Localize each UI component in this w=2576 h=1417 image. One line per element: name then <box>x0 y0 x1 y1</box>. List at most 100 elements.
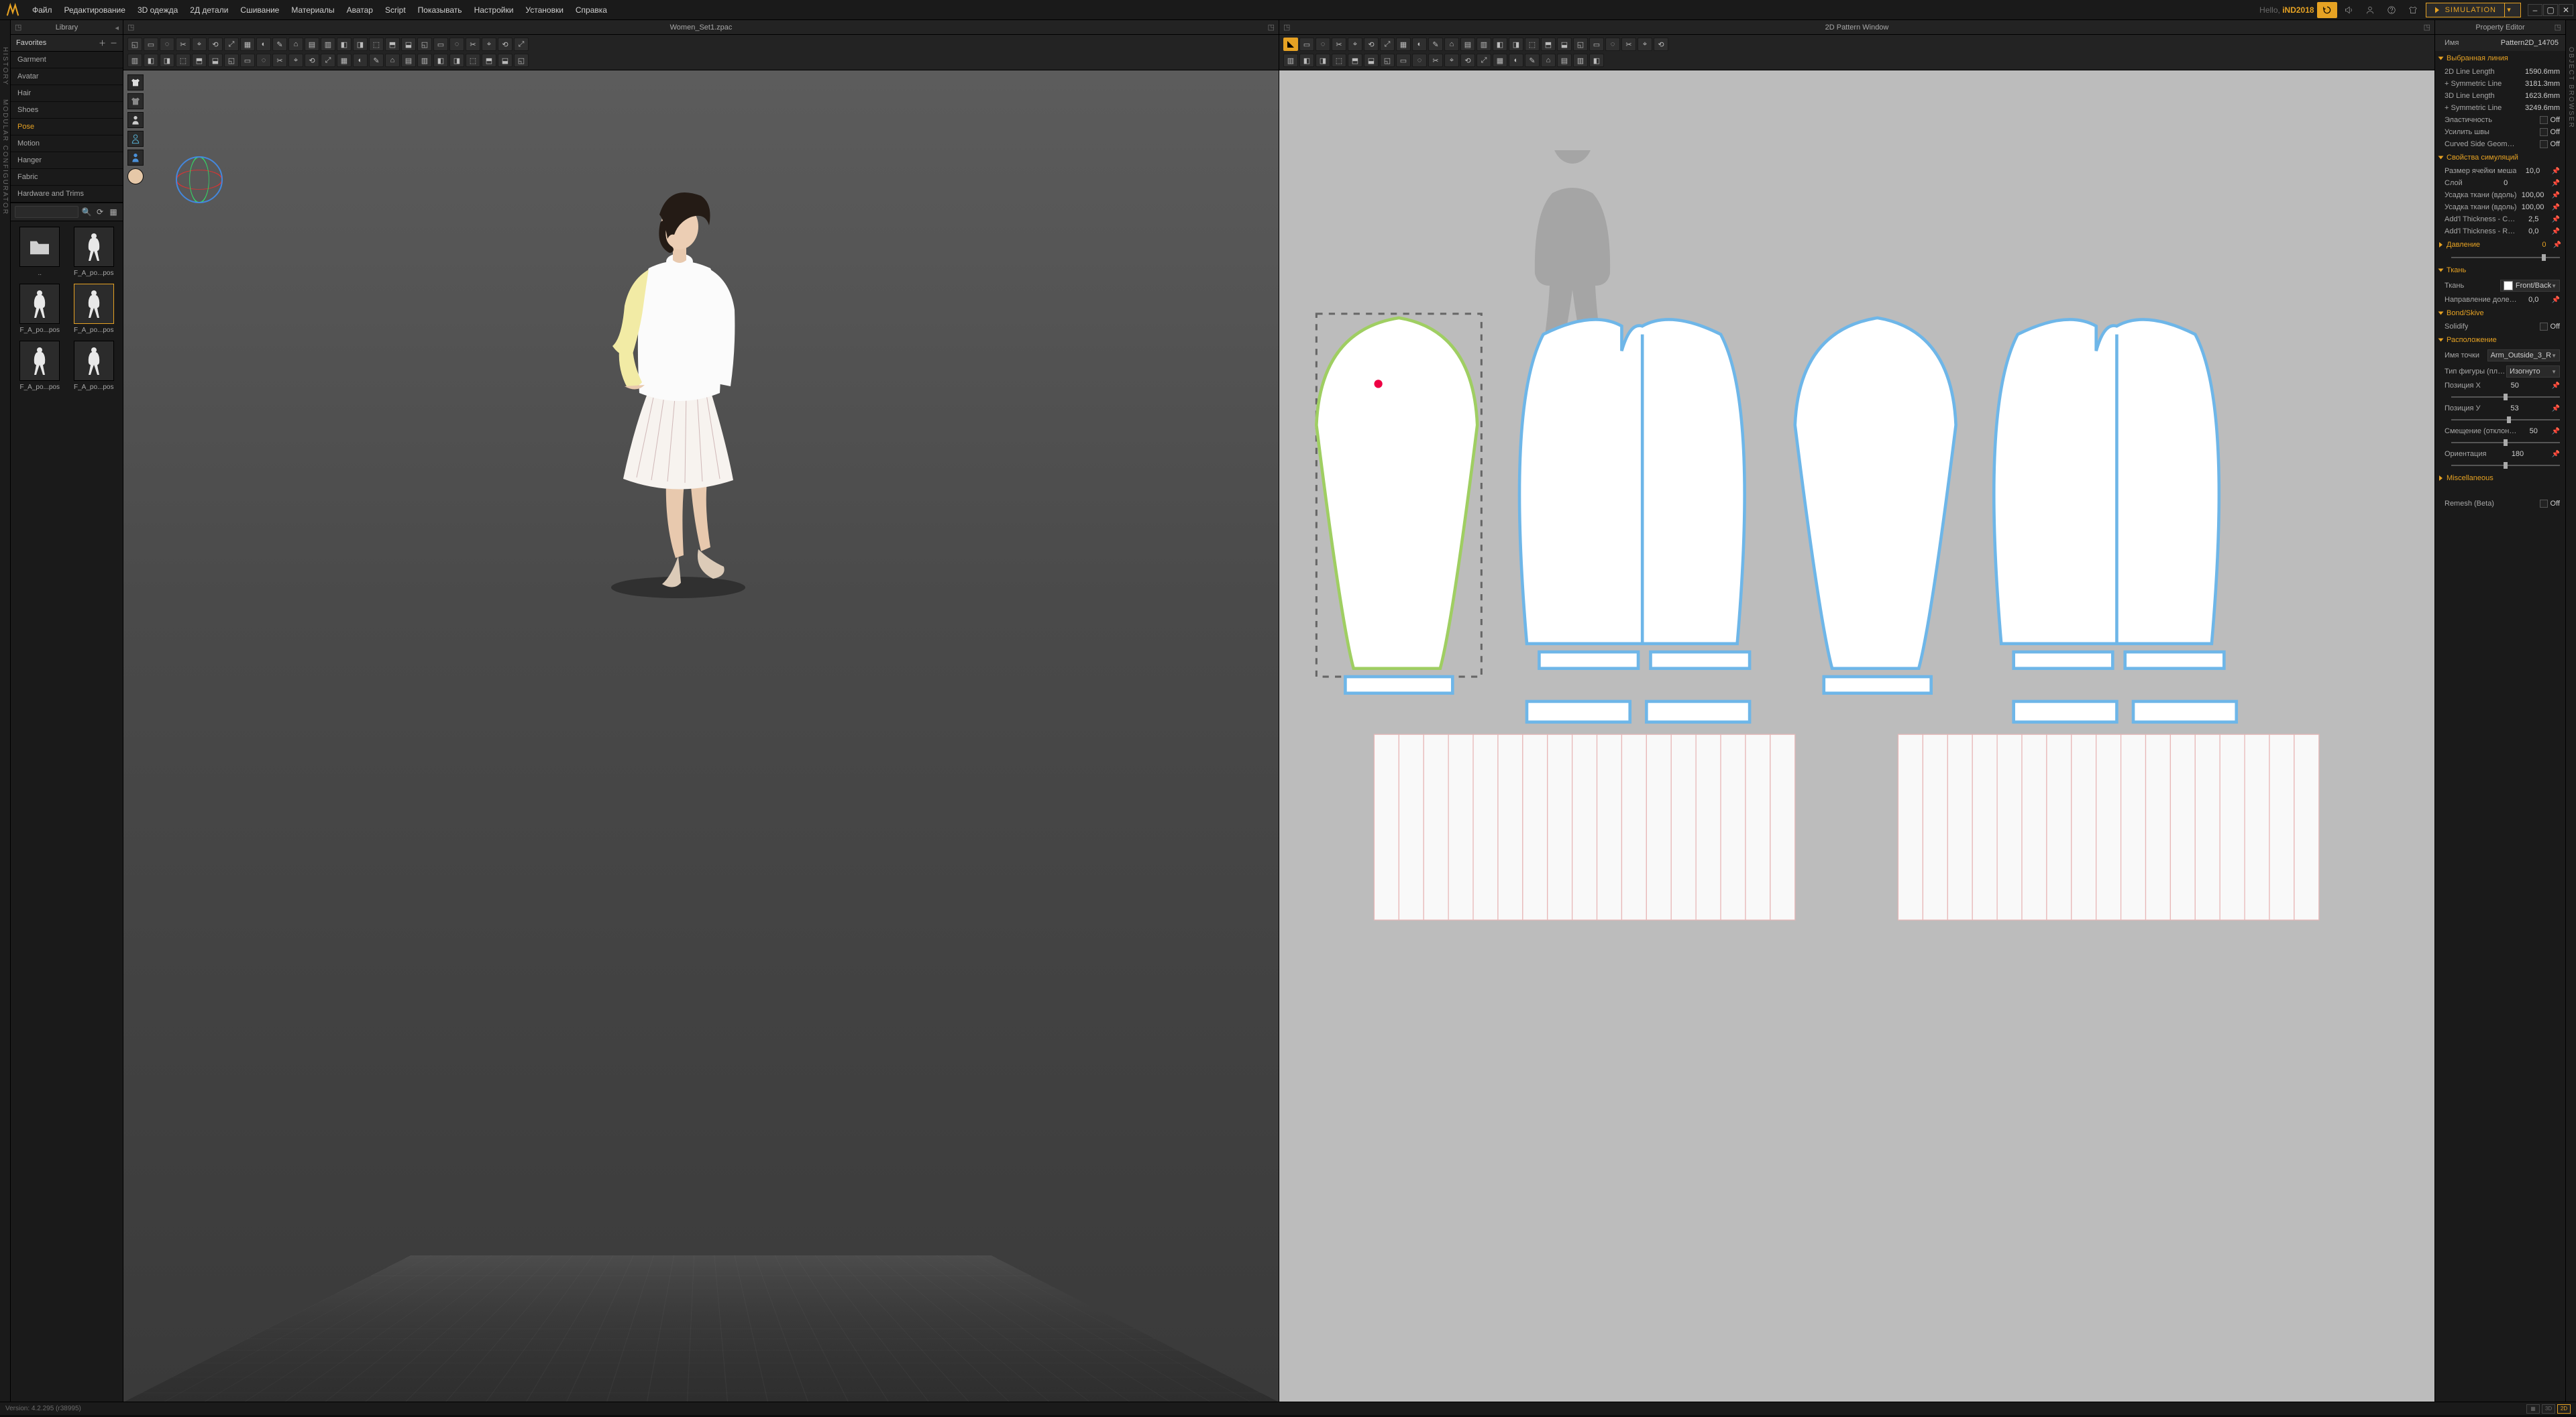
tool-button[interactable]: ◨ <box>449 54 464 67</box>
slider[interactable] <box>2451 462 2560 469</box>
slider[interactable] <box>2451 416 2560 423</box>
menu-script[interactable]: Script <box>380 1 411 19</box>
library-category[interactable]: Hanger <box>11 152 123 169</box>
search-icon[interactable]: 🔍 <box>81 207 92 217</box>
tool-button[interactable]: ⟲ <box>498 38 513 51</box>
tool-button[interactable]: ◧ <box>144 54 158 67</box>
tool-button[interactable]: ◧ <box>433 54 448 67</box>
tool-button[interactable]: ◱ <box>224 54 239 67</box>
dropdown[interactable]: Arm_Outside_3_R▼ <box>2487 349 2560 361</box>
library-thumb[interactable]: F_A_po...pos <box>69 227 119 277</box>
tool-button[interactable]: ⌖ <box>1348 38 1362 51</box>
tool-button[interactable]: ⌂ <box>288 38 303 51</box>
tool-button[interactable]: ◌ <box>256 54 271 67</box>
tool-button[interactable]: ▥ <box>127 54 142 67</box>
remove-favorite-icon[interactable]: － <box>110 38 117 48</box>
chevron-down-icon[interactable]: ▾ <box>2504 3 2514 17</box>
tool-button[interactable]: ⌖ <box>192 38 207 51</box>
tool-button[interactable]: ✂ <box>1428 54 1443 67</box>
menu-материалы[interactable]: Материалы <box>286 1 339 19</box>
object-browser-tab[interactable]: OBJECT BROWSER <box>2567 47 2575 129</box>
tool-button[interactable]: ⤢ <box>321 54 335 67</box>
tool-button[interactable]: ◧ <box>337 38 352 51</box>
library-category[interactable]: Hardware and Trims <box>11 186 123 203</box>
library-category[interactable]: Garment <box>11 52 123 68</box>
tool-button[interactable]: ◌ <box>1605 38 1620 51</box>
tool-button[interactable]: ▤ <box>1460 38 1475 51</box>
library-thumb[interactable]: .. <box>15 227 65 277</box>
menu-показывать[interactable]: Показывать <box>413 1 468 19</box>
library-thumb[interactable]: F_A_po...pos <box>15 341 65 391</box>
refresh-icon[interactable]: ⟳ <box>95 207 105 217</box>
window-close-button[interactable]: ✕ <box>2559 4 2573 16</box>
tool-button[interactable]: ⬓ <box>1557 38 1572 51</box>
view-mode-icon[interactable]: ▦ <box>108 207 119 217</box>
tool-button[interactable]: ◐ <box>1412 38 1427 51</box>
tool-button[interactable]: ⌖ <box>1444 54 1459 67</box>
tool-button[interactable]: ⬒ <box>1348 54 1362 67</box>
tool-button[interactable]: ▭ <box>1589 38 1604 51</box>
library-category[interactable]: Motion <box>11 135 123 152</box>
tool-button[interactable]: ⟲ <box>305 54 319 67</box>
tool-button[interactable]: ⤢ <box>1380 38 1395 51</box>
tool-button[interactable]: ▭ <box>240 54 255 67</box>
popout-icon[interactable]: ◳ <box>127 23 134 32</box>
tool-button[interactable]: ✎ <box>1428 38 1443 51</box>
mode-3d-button[interactable]: 3D <box>2542 1404 2555 1414</box>
section-header[interactable]: Свойства симуляций <box>2435 150 2565 165</box>
tool-button[interactable]: ⬒ <box>482 54 496 67</box>
tool-button[interactable]: ▦ <box>240 38 255 51</box>
pin-icon[interactable]: 📌 <box>2552 296 2560 304</box>
menu-справка[interactable]: Справка <box>570 1 612 19</box>
tool-button[interactable]: ◱ <box>514 54 529 67</box>
tool-button[interactable]: ▦ <box>1396 38 1411 51</box>
tool-button[interactable]: ⬒ <box>1541 38 1556 51</box>
menu-2д детали[interactable]: 2Д детали <box>184 1 233 19</box>
library-search-input[interactable] <box>15 206 78 218</box>
pin-icon[interactable]: 📌 <box>2552 451 2560 458</box>
tool-button[interactable]: ✎ <box>369 54 384 67</box>
shirt-back-icon[interactable] <box>127 93 144 109</box>
tool-button[interactable]: ⌖ <box>1638 38 1652 51</box>
library-category[interactable]: Shoes <box>11 102 123 119</box>
tool-button[interactable]: ⬒ <box>192 54 207 67</box>
tool-button[interactable]: ◨ <box>353 38 368 51</box>
tool-button[interactable]: ⌂ <box>1541 54 1556 67</box>
library-category[interactable]: Pose <box>11 119 123 135</box>
menu-аватар[interactable]: Аватар <box>341 1 378 19</box>
pin-icon[interactable]: 📌 <box>2552 180 2560 187</box>
tool-button[interactable]: ▤ <box>401 54 416 67</box>
tool-button[interactable]: ⟲ <box>208 38 223 51</box>
tool-button[interactable]: ◧ <box>1299 54 1314 67</box>
tool-button[interactable]: ✂ <box>466 38 480 51</box>
window-restore-button[interactable]: ▢ <box>2543 4 2558 16</box>
dropdown[interactable]: Изогнуто▼ <box>2506 365 2560 378</box>
tool-button[interactable]: ✎ <box>272 38 287 51</box>
tool-button[interactable]: ⟲ <box>1364 38 1379 51</box>
section-header[interactable]: Давление0📌 <box>2435 237 2565 252</box>
grid-mode-icon[interactable]: ▦ <box>2526 1404 2540 1414</box>
section-header[interactable]: Ткань <box>2435 263 2565 278</box>
menu-3d одежда[interactable]: 3D одежда <box>132 1 183 19</box>
sync-icon[interactable] <box>2317 2 2337 18</box>
tool-button[interactable]: ▥ <box>1477 38 1491 51</box>
section-header[interactable]: Выбранная линия <box>2435 51 2565 66</box>
tool-button[interactable]: ▭ <box>1299 38 1314 51</box>
menu-редактирование[interactable]: Редактирование <box>59 1 131 19</box>
tool-button[interactable]: ✎ <box>1525 54 1540 67</box>
tool-button[interactable]: ⤢ <box>224 38 239 51</box>
slider[interactable] <box>2451 439 2560 446</box>
tool-button[interactable]: ◱ <box>1380 54 1395 67</box>
tool-button[interactable]: ▥ <box>417 54 432 67</box>
tool-button[interactable]: ⬚ <box>1332 54 1346 67</box>
viewport-2d[interactable] <box>1279 70 2434 1402</box>
tool-button[interactable]: ⬒ <box>385 38 400 51</box>
menu-настройки[interactable]: Настройки <box>469 1 519 19</box>
tool-button[interactable]: ⌖ <box>288 54 303 67</box>
tool-button[interactable]: ▭ <box>433 38 448 51</box>
library-category[interactable]: Fabric <box>11 169 123 186</box>
section-header[interactable]: Расположение <box>2435 333 2565 347</box>
library-category[interactable]: Hair <box>11 85 123 102</box>
library-category[interactable]: Avatar <box>11 68 123 85</box>
face-icon[interactable] <box>127 168 144 184</box>
